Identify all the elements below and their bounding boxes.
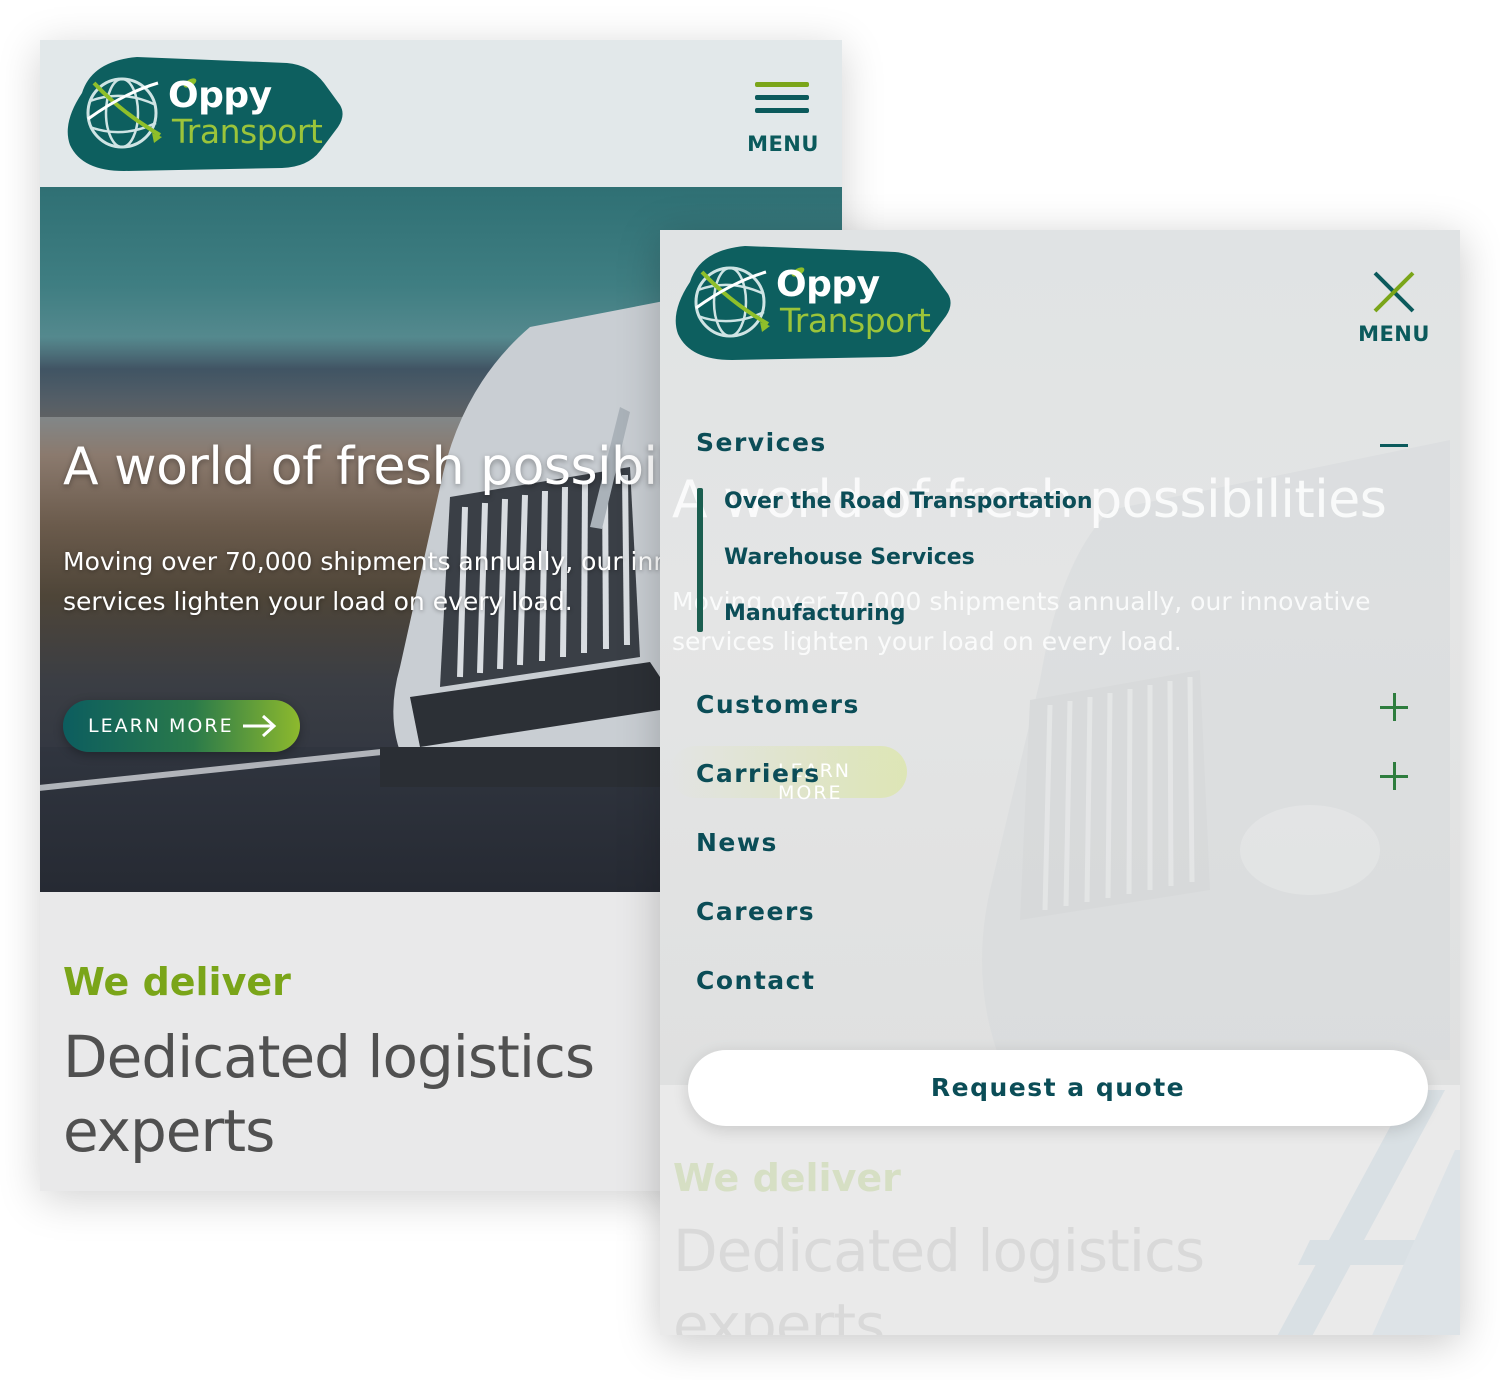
submenu-item-over-the-road[interactable]: Over the Road Transportation — [724, 489, 1093, 514]
close-icon — [1373, 271, 1415, 313]
faded-intro-heading: Dedicated logistics experts — [673, 1217, 1205, 1335]
logo-wordmark-oppy: Oppy — [168, 75, 272, 116]
submenu-indicator-bar — [697, 488, 703, 632]
logo-wordmark-transport: Transport — [780, 301, 931, 340]
logo-wordmark-oppy: Oppy — [776, 264, 880, 305]
mobile-menu-screen: A world of fresh possibilities Moving ov… — [660, 230, 1460, 1335]
menu-label: MENU — [1358, 322, 1430, 346]
learn-more-button[interactable]: LEARN MORE — [63, 700, 300, 752]
arrow-right-icon — [243, 714, 277, 738]
plus-icon[interactable] — [1379, 761, 1409, 791]
plus-icon[interactable] — [1379, 692, 1409, 722]
nav-item-news[interactable]: News — [696, 828, 778, 857]
menu-label: MENU — [747, 132, 819, 156]
request-quote-label: Request a quote — [930, 1073, 1186, 1102]
submenu-item-manufacturing[interactable]: Manufacturing — [724, 601, 906, 626]
oppy-transport-logo[interactable]: Oppy Transport — [670, 242, 952, 364]
faded-brand-mark — [1277, 1090, 1460, 1335]
nav-item-careers[interactable]: Careers — [696, 897, 815, 926]
request-quote-button[interactable]: Request a quote — [688, 1050, 1428, 1126]
logo-wordmark-transport: Transport — [172, 112, 323, 151]
learn-more-label: LEARN MORE — [88, 715, 234, 737]
minus-icon[interactable] — [1379, 430, 1409, 460]
nav-item-customers[interactable]: Customers — [696, 690, 860, 719]
close-menu-button[interactable]: MENU — [1354, 270, 1434, 350]
nav-item-services[interactable]: Services — [696, 428, 827, 457]
submenu-item-warehouse[interactable]: Warehouse Services — [724, 545, 975, 570]
intro-heading: Dedicated logistics experts — [63, 1023, 595, 1165]
menu-button[interactable]: MENU — [743, 80, 823, 160]
faded-intro-eyebrow: We deliver — [673, 1156, 901, 1200]
site-header: Oppy Transport MENU — [40, 40, 842, 187]
nav-item-carriers[interactable]: Carriers — [696, 759, 821, 788]
nav-item-contact[interactable]: Contact — [696, 966, 815, 995]
oppy-transport-logo[interactable]: Oppy Transport — [62, 53, 344, 175]
intro-eyebrow: We deliver — [63, 960, 291, 1004]
